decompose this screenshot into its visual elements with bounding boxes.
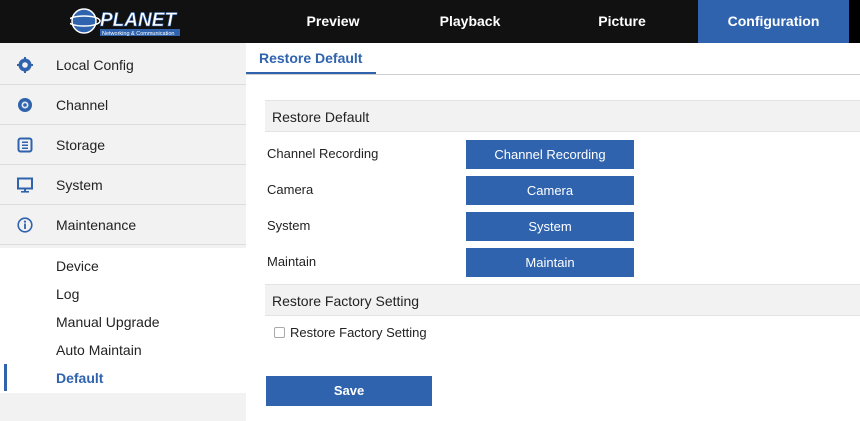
system-button[interactable]: System <box>466 212 634 241</box>
section-header-restore-default: Restore Default <box>265 100 860 132</box>
maintenance-submenu: Device Log Manual Upgrade Auto Maintain … <box>0 248 246 393</box>
section-header-restore-factory: Restore Factory Setting <box>265 284 860 316</box>
save-button[interactable]: Save <box>266 376 432 406</box>
section-title: Restore Factory Setting <box>272 293 420 309</box>
sidebar-item-label: System <box>56 177 103 193</box>
maintain-label: Maintain <box>267 254 317 269</box>
sidebar-item-label: Channel <box>56 97 109 113</box>
svg-text:PLANET: PLANET <box>100 10 177 31</box>
gear-icon <box>17 57 33 73</box>
section-title: Restore Default <box>272 109 370 125</box>
submenu-item-log[interactable]: Log <box>56 286 79 302</box>
sidebar-item-storage[interactable]: Storage <box>0 125 246 165</box>
submenu-item-auto-maintain[interactable]: Auto Maintain <box>56 342 142 358</box>
sidebar: Local Config Channel Storage System Main… <box>0 43 246 421</box>
submenu-item-device[interactable]: Device <box>56 258 99 274</box>
camera-label: Camera <box>267 182 314 197</box>
sidebar-item-local-config[interactable]: Local Config <box>0 45 246 85</box>
tab-playback[interactable]: Playback <box>415 0 525 43</box>
sidebar-item-maintenance[interactable]: Maintenance <box>0 205 246 245</box>
sidebar-item-label: Local Config <box>56 57 134 73</box>
channel-recording-label: Channel Recording <box>267 146 379 161</box>
submenu-item-manual-upgrade[interactable]: Manual Upgrade <box>56 314 160 330</box>
tab-divider <box>246 74 860 75</box>
submenu-item-default[interactable]: Default <box>56 370 103 386</box>
system-label: System <box>267 218 311 233</box>
svg-text:Networking & Communication: Networking & Communication <box>102 31 174 37</box>
channel-recording-button[interactable]: Channel Recording <box>466 140 634 169</box>
sidebar-item-system[interactable]: System <box>0 165 246 205</box>
tab-configuration[interactable]: Configuration <box>698 0 849 43</box>
tab-picture[interactable]: Picture <box>567 0 677 43</box>
monitor-icon <box>17 177 33 193</box>
sidebar-item-channel[interactable]: Channel <box>0 85 246 125</box>
tab-preview[interactable]: Preview <box>278 0 388 43</box>
info-icon <box>17 217 33 233</box>
maintain-button[interactable]: Maintain <box>466 248 634 277</box>
active-item-marker <box>4 364 7 391</box>
top-navigation-bar: PLANET Networking & Communication Previe… <box>0 0 860 43</box>
storage-icon <box>17 137 33 153</box>
topbar-edge <box>849 0 860 43</box>
restore-factory-checkbox-label[interactable]: Restore Factory Setting <box>290 325 427 340</box>
sidebar-item-label: Maintenance <box>56 217 137 233</box>
sidebar-item-label: Storage <box>56 137 106 153</box>
camera-button[interactable]: Camera <box>466 176 634 205</box>
planet-logo: PLANET Networking & Communication <box>67 6 182 37</box>
camera-lens-icon <box>17 97 33 113</box>
page-tab-restore-default[interactable]: Restore Default <box>246 43 376 74</box>
restore-factory-checkbox[interactable] <box>274 327 285 338</box>
